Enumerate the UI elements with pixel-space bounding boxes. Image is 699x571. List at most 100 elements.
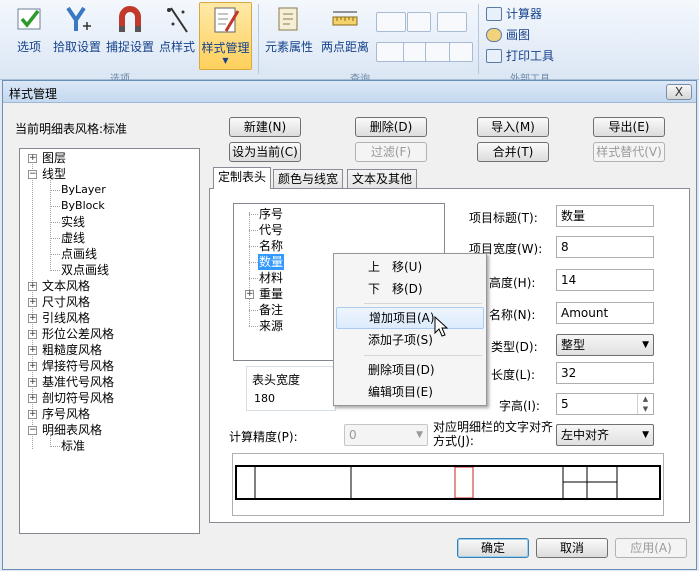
menu-item-move-down[interactable]: 下 移(D) (336, 278, 484, 300)
font-height-spinner[interactable]: ▲ ▼ (637, 394, 653, 414)
expand-icon[interactable]: + (28, 346, 37, 355)
expand-icon[interactable]: + (245, 290, 254, 299)
angle-query-button[interactable] (376, 12, 406, 32)
tree-item-weld-style[interactable]: 焊接符号风格 (42, 358, 114, 374)
type-select[interactable]: 整型 ▼ (556, 334, 654, 356)
menu-item-add-item[interactable]: 增加项目(A) (336, 307, 484, 329)
expand-icon[interactable]: + (28, 154, 37, 163)
spin-up-icon[interactable]: ▲ (638, 394, 653, 404)
header-item[interactable]: 备注 (259, 302, 283, 318)
style-manager-label: 样式管理 (201, 41, 250, 55)
tree-item-linetype[interactable]: 线型 (42, 166, 66, 182)
tree-item-byblock[interactable]: ByBlock (61, 198, 105, 214)
header-item[interactable]: 来源 (259, 318, 283, 334)
tree-item-tolerance-style[interactable]: 形位公差风格 (42, 326, 114, 342)
dialog-title: 样式管理 (9, 87, 58, 101)
header-item[interactable]: 重量 (259, 286, 283, 302)
collapse-icon[interactable]: − (28, 170, 37, 179)
dialog-titlebar[interactable]: 样式管理 X (3, 81, 696, 103)
pick-settings-button[interactable]: 拾取设置 (50, 2, 104, 64)
new-button[interactable]: 新建(N) (229, 117, 301, 137)
tree-item-leader-style[interactable]: 引线风格 (42, 310, 90, 326)
tab-text-other[interactable]: 文本及其他 (347, 169, 418, 189)
align-select[interactable]: 左中对齐 ▼ (556, 424, 654, 446)
menu-item-add-subitem[interactable]: 添加子项(S) (336, 329, 484, 351)
length-input[interactable]: 32 (556, 362, 654, 384)
tree-item-dashed[interactable]: 虚线 (61, 230, 85, 246)
delete-button[interactable]: 删除(D) (355, 117, 427, 137)
arc-query-button[interactable] (407, 12, 431, 32)
expand-icon[interactable]: + (28, 378, 37, 387)
expand-icon[interactable]: + (28, 362, 37, 371)
expand-icon[interactable]: + (28, 330, 37, 339)
calculator-label: 计算器 (506, 7, 543, 21)
header-item[interactable]: 代号 (259, 222, 283, 238)
precision-label: 计算精度(P): (229, 430, 298, 444)
paint-label: 画图 (506, 28, 531, 42)
style-manager-button[interactable]: 样式管理 ▼ (199, 2, 252, 70)
element-properties-button[interactable]: 元素属性 (262, 2, 316, 64)
print-tool[interactable]: 打印工具 (486, 47, 554, 64)
expand-icon[interactable]: + (28, 314, 37, 323)
expand-icon[interactable]: + (28, 298, 37, 307)
header-item-selected[interactable]: 数量 (258, 254, 285, 270)
tree-item-roughness-style[interactable]: 粗糙度风格 (42, 342, 102, 358)
name-label: 名称(N): (489, 308, 536, 322)
tab-custom-header[interactable]: 定制表头 (213, 167, 272, 189)
area-query-button[interactable] (376, 42, 406, 62)
tree-item-section-style[interactable]: 剖切符号风格 (42, 390, 114, 406)
close-button[interactable]: X (666, 84, 692, 100)
tab-color-linewidth[interactable]: 颜色与线宽 (273, 169, 344, 189)
menu-item-edit-item[interactable]: 编辑项目(E) (336, 381, 484, 403)
width-input[interactable]: 8 (556, 236, 654, 258)
point-style-button[interactable]: 点样式 (156, 2, 198, 64)
height-input[interactable]: 14 (556, 269, 654, 291)
tree-item-datum-style[interactable]: 基准代号风格 (42, 374, 114, 390)
export-button[interactable]: 导出(E) (593, 117, 665, 137)
current-style-label: 当前明细表风格:标准 (15, 122, 128, 136)
cancel-button[interactable]: 取消 (536, 538, 608, 558)
menu-item-move-up[interactable]: 上 移(U) (336, 256, 484, 278)
expand-icon[interactable]: + (28, 410, 37, 419)
mass-query-button[interactable] (449, 42, 473, 62)
tree-item-solid[interactable]: 实线 (61, 214, 85, 230)
triangle-query-button[interactable] (437, 12, 467, 32)
menu-separator (364, 355, 482, 356)
set-current-button[interactable]: 设为当前(C) (229, 142, 301, 162)
tree-item-layer[interactable]: 图层 (42, 150, 66, 166)
two-point-distance-button[interactable]: 两点距离 (318, 2, 372, 64)
tree-item-number-style[interactable]: 序号风格 (42, 406, 90, 422)
align-label: 对应明细栏的文字对齐方式(J): (433, 420, 554, 448)
tree-item-text-style[interactable]: 文本风格 (42, 278, 90, 294)
tree-item-dim-style[interactable]: 尺寸风格 (42, 294, 90, 310)
tree-item-bylayer[interactable]: ByLayer (61, 182, 106, 198)
header-item[interactable]: 名称 (259, 238, 283, 254)
expand-icon[interactable]: + (28, 394, 37, 403)
import-button[interactable]: 导入(M) (477, 117, 549, 137)
style-replace-button[interactable]: 样式替代(V) (593, 142, 665, 162)
precision-select[interactable]: 0 ▼ (344, 424, 428, 446)
font-height-input[interactable]: 5 ▲ ▼ (556, 393, 654, 415)
tree-item-bom-style[interactable]: 明细表风格 (42, 422, 102, 438)
snap-settings-button[interactable]: 捕捉设置 (104, 2, 156, 64)
collapse-icon[interactable]: − (28, 426, 37, 435)
header-item[interactable]: 材料 (259, 270, 283, 286)
menu-item-delete-item[interactable]: 删除项目(D) (336, 359, 484, 381)
ok-button[interactable]: 确定 (457, 538, 529, 558)
options-button[interactable]: 选项 (8, 2, 50, 64)
tree-item-dash-dot[interactable]: 点画线 (61, 246, 97, 262)
expand-icon[interactable]: + (28, 282, 37, 291)
apply-button[interactable]: 应用(A) (615, 538, 687, 558)
spin-down-icon[interactable]: ▼ (638, 404, 653, 414)
paint-tool[interactable]: 画图 (486, 26, 530, 43)
calculator-tool[interactable]: 计算器 (486, 5, 542, 22)
style-tree[interactable]: + 图层 − 线型 ByLayer ByBlock 实线 虚线 点画线 双点画线… (19, 148, 200, 534)
header-item[interactable]: 序号 (259, 206, 283, 222)
filter-button[interactable]: 过滤(F) (355, 142, 427, 162)
title-input[interactable]: 数量 (556, 205, 654, 227)
header-width-value: 180 (254, 392, 275, 405)
merge-button[interactable]: 合并(T) (477, 142, 549, 162)
tree-item-double-dash-dot[interactable]: 双点画线 (61, 262, 109, 278)
name-input[interactable]: Amount (556, 302, 654, 324)
tree-item-standard[interactable]: 标准 (61, 438, 85, 454)
